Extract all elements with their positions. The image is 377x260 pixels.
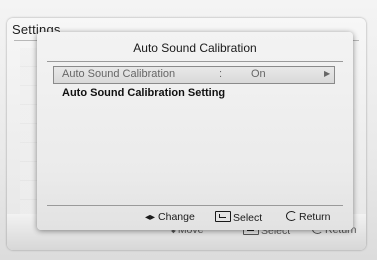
- right-triangle-icon: ▶: [324, 69, 331, 78]
- dialog-title-divider: [47, 61, 343, 62]
- option-separator: :: [219, 68, 223, 80]
- dialog-footer-divider: [47, 205, 343, 206]
- return-icon: [286, 211, 297, 221]
- auto-sound-calibration-dialog: Auto Sound Calibration Auto Sound Calibr…: [37, 32, 353, 230]
- change-hint: ◂▸ Change: [145, 211, 195, 223]
- enter-icon: [215, 211, 231, 222]
- left-right-arrows-icon: ◂▸: [145, 212, 156, 223]
- select-hint: Select: [215, 211, 262, 224]
- dialog-title: Auto Sound Calibration: [133, 41, 257, 55]
- auto-sound-calibration-setting-option[interactable]: Auto Sound Calibration Setting: [62, 87, 225, 99]
- return-hint: Return: [286, 211, 331, 223]
- option-label: Auto Sound Calibration: [62, 68, 176, 80]
- auto-sound-calibration-option[interactable]: Auto Sound Calibration : On ▶: [53, 66, 335, 84]
- option-value: On: [251, 68, 266, 80]
